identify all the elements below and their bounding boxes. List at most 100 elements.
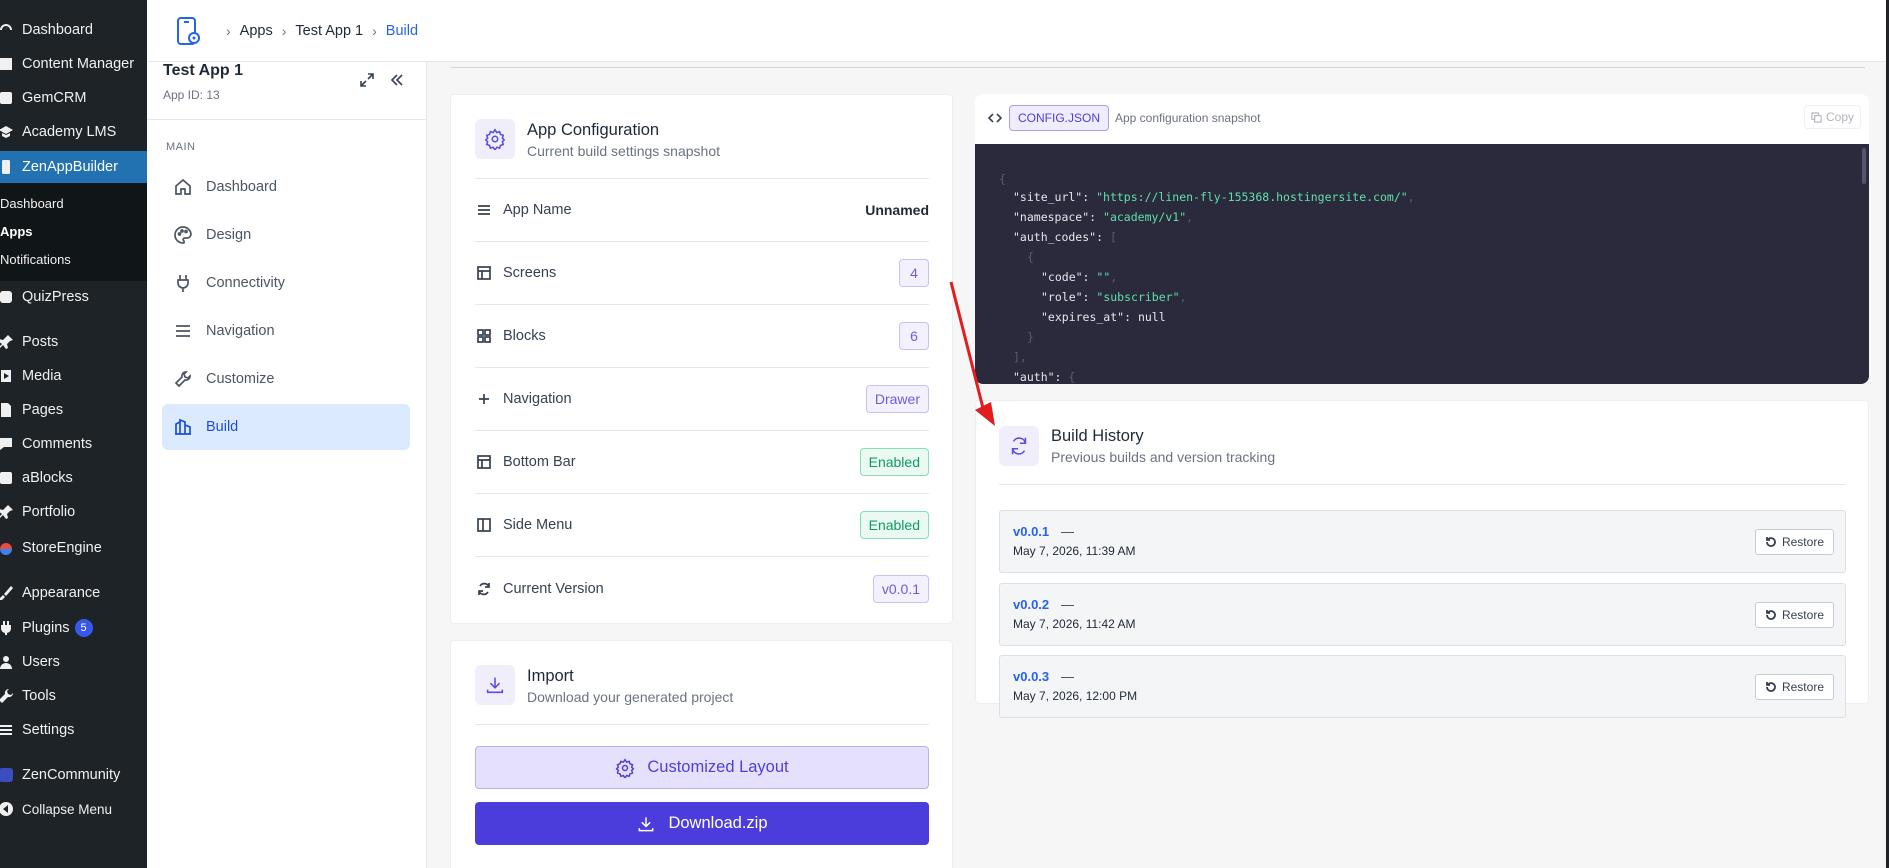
download-icon: [475, 665, 515, 705]
config-json-card: CONFIG.JSON App configuration snapshot C…: [975, 94, 1869, 384]
wp-menu-portfolio[interactable]: Portfolio: [0, 497, 147, 527]
build-history-divider: [999, 484, 1846, 485]
code-line: "expires_at": null: [1041, 310, 1166, 324]
wp-menu-dashboard[interactable]: Dashboard: [0, 15, 147, 45]
config-row-navigation: Navigation Drawer: [475, 368, 929, 431]
restore-icon: [1766, 682, 1776, 692]
wp-menu-zencommunity[interactable]: ZenCommunity: [0, 760, 147, 790]
app-icon: [0, 156, 17, 178]
sidebar-item-design[interactable]: Design: [162, 212, 410, 258]
config-subtitle: Current build settings snapshot: [527, 143, 720, 159]
expand-icon[interactable]: [357, 70, 377, 90]
grid-icon: [475, 327, 493, 345]
current-version-badge: v0.0.1: [872, 574, 929, 603]
config-json-code: { "site_url": "https://linen-fly-155368.…: [975, 144, 1869, 384]
wp-menu-quizpress[interactable]: QuizPress: [0, 282, 147, 312]
code-card-header: CONFIG.JSON App configuration snapshot C…: [975, 94, 1869, 144]
wp-collapse-menu[interactable]: Collapse Menu: [0, 794, 147, 824]
build-history-row: v0.0.3 — May 7, 2026, 12:00 PM Restore: [999, 655, 1846, 718]
config-row-bottom-bar: Bottom Bar Enabled: [475, 431, 929, 494]
wp-menu-content-manager[interactable]: Content Manager: [0, 49, 147, 79]
download-zip-button[interactable]: Download.zip: [475, 802, 929, 845]
wp-menu-zenappbuilder[interactable]: ZenAppBuilder: [0, 151, 147, 183]
wp-menu-comments[interactable]: Comments: [0, 429, 147, 459]
users-icon: [0, 651, 17, 673]
wrench-icon: [172, 368, 194, 390]
build-history-subtitle: Previous builds and version tracking: [1051, 449, 1276, 465]
content-top-divider: [451, 67, 1865, 68]
sidebar-item-connectivity[interactable]: Connectivity: [162, 260, 410, 306]
code-line: "role": "subscriber",: [1041, 290, 1187, 304]
restore-button[interactable]: Restore: [1754, 602, 1834, 628]
app-id: App ID: 13: [163, 88, 220, 102]
dashboard-icon: [0, 19, 17, 41]
wp-menu-pages[interactable]: Pages: [0, 395, 147, 425]
copy-icon: [1811, 111, 1822, 123]
code-punct: }: [1027, 330, 1034, 344]
settings-icon: [0, 719, 17, 741]
app-logo-icon: [173, 16, 203, 46]
code-punct: ],: [1013, 350, 1027, 364]
customized-layout-button[interactable]: Customized Layout: [475, 746, 929, 789]
build-history-row: v0.0.2 — May 7, 2026, 11:42 AM Restore: [999, 583, 1846, 646]
collapse-sidebar-icon[interactable]: [387, 70, 407, 90]
sidebar-item-dashboard[interactable]: Dashboard: [162, 164, 410, 210]
wp-menu-media[interactable]: Media: [0, 361, 147, 391]
build-version-link[interactable]: v0.0.3: [1013, 669, 1049, 684]
plugins-update-badge: 5: [74, 619, 93, 637]
wp-menu-users[interactable]: Users: [0, 647, 147, 677]
config-title: App Configuration: [527, 121, 660, 139]
wp-menu-gemcrm[interactable]: GemCRM: [0, 83, 147, 113]
breadcrumb-apps[interactable]: Apps: [240, 23, 273, 39]
sidebar-item-customize[interactable]: Customize: [162, 356, 410, 402]
build-version-link[interactable]: v0.0.2: [1013, 597, 1049, 612]
comments-icon: [0, 433, 17, 455]
breadcrumb-app[interactable]: Test App 1: [295, 23, 363, 39]
navigation-type-badge: Drawer: [865, 385, 929, 413]
restore-button[interactable]: Restore: [1754, 674, 1834, 700]
build-history-card: Build History Previous builds and versio…: [975, 400, 1869, 718]
pin-icon: [0, 501, 17, 523]
wp-menu-posts[interactable]: Posts: [0, 327, 147, 357]
layout-icon: [475, 453, 493, 471]
wp-submenu-dashboard[interactable]: Dashboard: [0, 191, 147, 215]
app-title: Test App 1: [163, 62, 244, 79]
wp-menu-ablocks[interactable]: aBlocks: [0, 463, 147, 493]
breadcrumb: › Apps › Test App 1 › Build: [217, 23, 418, 39]
wp-submenu-apps[interactable]: Apps: [0, 219, 147, 243]
wp-menu-settings[interactable]: Settings: [0, 715, 147, 745]
app-configuration-card: App Configuration Current build settings…: [450, 94, 953, 624]
sidebar-item-navigation[interactable]: Navigation: [162, 308, 410, 354]
wp-menu-tools[interactable]: Tools: [0, 681, 147, 711]
config-row-side-menu: Side Menu Enabled: [475, 494, 929, 557]
restore-button[interactable]: Restore: [1754, 529, 1834, 555]
build-version-link[interactable]: v0.0.1: [1013, 524, 1049, 539]
refresh-icon: [475, 580, 493, 598]
crm-icon: [0, 87, 17, 109]
blocks-count-badge: 6: [899, 322, 929, 350]
restore-icon: [1766, 537, 1776, 547]
pages-icon: [0, 399, 17, 421]
media-icon: [0, 365, 17, 387]
sidebar-item-build[interactable]: Build: [162, 404, 410, 450]
wp-submenu-notifications[interactable]: Notifications: [0, 247, 147, 271]
code-line: "auth": {: [1013, 370, 1076, 384]
menu-icon: [172, 320, 194, 342]
wp-menu-storeengine[interactable]: StoreEngine: [0, 533, 147, 563]
lines-icon: [475, 201, 493, 219]
config-row-app-name: App Name Unnamed: [475, 179, 929, 242]
copy-button[interactable]: Copy: [1803, 105, 1861, 129]
wp-menu-academy-lms[interactable]: Academy LMS: [0, 117, 147, 147]
code-punct: {: [1027, 250, 1034, 264]
code-line: "code": "",: [1041, 270, 1118, 284]
sidebar-section-label: MAIN: [166, 141, 196, 153]
code-punct: {: [999, 172, 1006, 186]
import-card: Import Download your generated project C…: [450, 640, 953, 868]
config-json-description: App configuration snapshot: [1115, 111, 1261, 125]
community-icon: [0, 764, 17, 786]
build-history-row: v0.0.1 — May 7, 2026, 11:39 AM Restore: [999, 510, 1846, 573]
screens-count-badge: 4: [899, 259, 929, 287]
wp-menu-plugins[interactable]: Plugins 5: [0, 613, 147, 643]
wp-menu-appearance[interactable]: Appearance: [0, 578, 147, 608]
code-scrollbar[interactable]: [1862, 148, 1866, 184]
